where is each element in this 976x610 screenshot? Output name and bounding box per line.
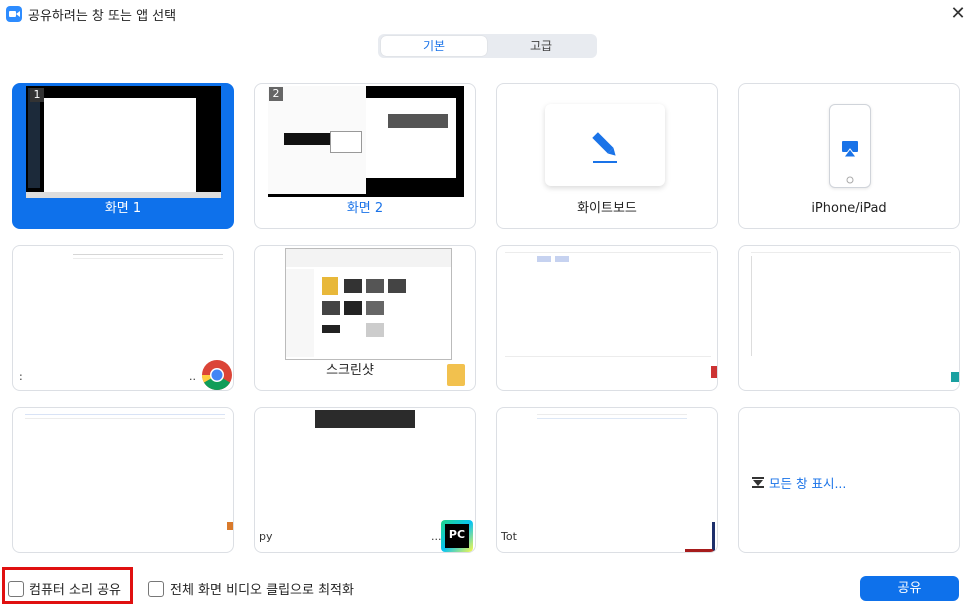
tot-toolbar [537, 414, 687, 415]
window-4-divider [751, 256, 752, 356]
window-4-toolbar [751, 252, 951, 253]
screen-2-label: 화면 2 [346, 201, 384, 216]
chrome-address-bar [73, 258, 223, 259]
window-5-menu [25, 418, 225, 419]
tile-screen-1[interactable]: 1 화면 1 [12, 83, 234, 229]
window-5-icon [227, 522, 233, 530]
tile-window-4[interactable] [738, 245, 960, 391]
window-3-tab-2 [555, 256, 569, 262]
airplay-icon [842, 141, 858, 184]
tile-window-5[interactable] [12, 407, 234, 553]
optimize-video-checkbox[interactable] [148, 581, 164, 597]
pycharm-title-prefix: py [259, 530, 273, 543]
tile-window-3[interactable] [496, 245, 718, 391]
close-button[interactable]: ✕ [946, 2, 970, 26]
window-3-tab [537, 256, 551, 262]
iphone-label: iPhone/iPad [811, 201, 887, 216]
expand-down-icon [752, 477, 764, 488]
tot-title: Tot [501, 530, 517, 543]
tab-basic[interactable]: 기본 [381, 36, 487, 56]
screen-2-thumbnail [268, 86, 464, 197]
tile-screen-2[interactable]: 2 화면 2 [254, 83, 476, 229]
tile-whiteboard[interactable]: 화이트보드 [496, 83, 718, 229]
window-3-footer [505, 356, 711, 357]
tile-show-all-windows[interactable]: 모든 창 표시... [738, 407, 960, 553]
screen-1-label: 화면 1 [104, 201, 142, 216]
window-3-icon [711, 366, 717, 378]
phone-frame [829, 104, 871, 188]
tab-switcher: 기본 고급 [378, 34, 597, 58]
chrome-tab-strip [73, 254, 223, 255]
pencil-icon [592, 132, 617, 163]
highlight-annotation [2, 567, 133, 604]
tot-menu [537, 418, 687, 419]
screenshot-label: 스크린샷 [326, 363, 374, 378]
screen-1-badge: 1 [30, 88, 44, 102]
show-all-windows-link[interactable]: 모든 창 표시... [769, 473, 846, 492]
optimize-video-label[interactable]: 전체 화면 비디오 클립으로 최적화 [170, 579, 354, 598]
folder-icon [447, 364, 465, 386]
title-bar: 공유하려는 창 또는 앱 선택 ✕ [0, 0, 976, 28]
window-4-icon [951, 372, 959, 382]
window-5-toolbar [25, 414, 225, 415]
chrome-title: .. [189, 370, 196, 383]
chrome-title-prefix: : [19, 370, 23, 383]
tot-icon [685, 522, 715, 552]
window-title: 공유하려는 창 또는 앱 선택 [28, 9, 177, 24]
screen-2-badge: 2 [269, 87, 283, 101]
window-3-toolbar [505, 252, 711, 253]
pycharm-thumbnail [315, 410, 415, 428]
screen-1-thumbnail [26, 86, 221, 198]
tile-pycharm[interactable]: py ... PC [254, 407, 476, 553]
tile-iphone-ipad[interactable]: iPhone/iPad [738, 83, 960, 229]
chrome-icon [201, 360, 232, 390]
tile-tot[interactable]: Tot [496, 407, 718, 553]
tile-screenshot[interactable]: 스크린샷 [254, 245, 476, 391]
tile-chrome[interactable]: : .. [12, 245, 234, 391]
pycharm-title: ... [431, 530, 442, 543]
zoom-app-icon [6, 6, 22, 22]
pycharm-icon: PC [441, 520, 473, 552]
whiteboard-label: 화이트보드 [577, 201, 637, 216]
whiteboard-card [545, 104, 665, 186]
tab-advanced[interactable]: 고급 [488, 36, 594, 56]
explorer-thumbnail [285, 248, 452, 360]
share-button[interactable]: 공유 [860, 576, 959, 601]
